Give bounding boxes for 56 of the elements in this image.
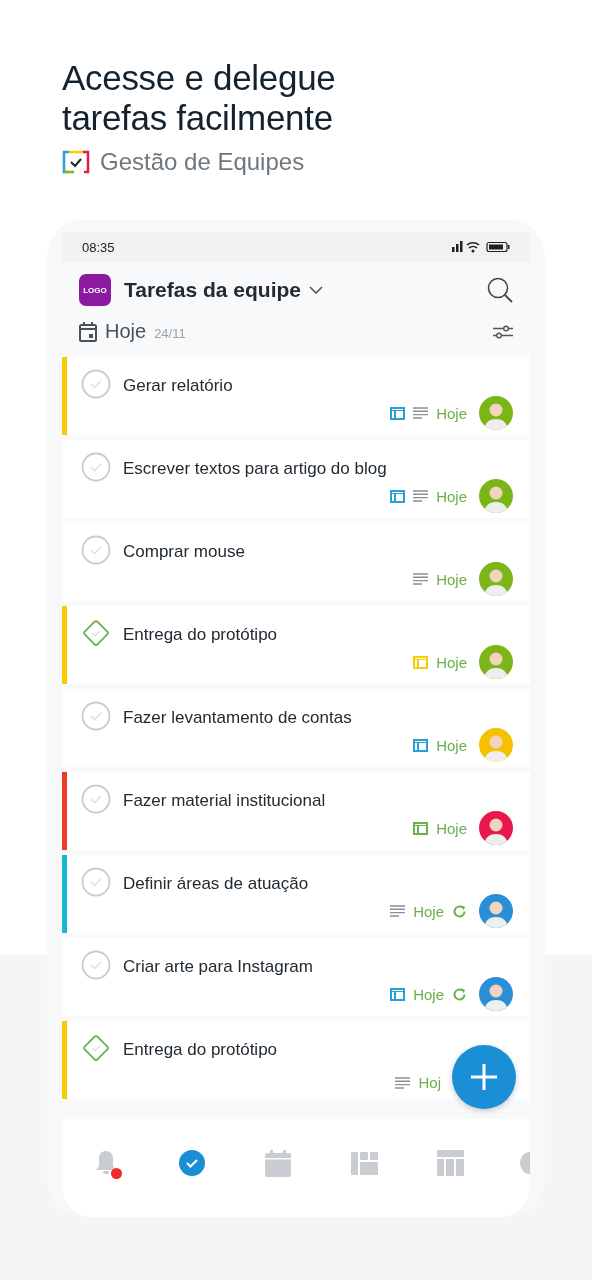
search-icon[interactable]: [487, 277, 513, 303]
checkbox-icon[interactable]: [81, 535, 111, 565]
task-title: Entrega do protótipo: [123, 624, 279, 645]
headline: Acesse e delegue tarefas facilmente: [62, 58, 337, 138]
chevron-down-icon: [309, 286, 323, 294]
task-card[interactable]: Fazer levantamento de contas Hoje: [62, 689, 530, 767]
status-time: 08:35: [82, 239, 115, 255]
task-card[interactable]: Entrega do protótipo Hoje: [62, 606, 530, 684]
task-title: Comprar mouse: [123, 541, 246, 562]
team-selector[interactable]: Tarefas da equipe: [124, 278, 323, 302]
checkbox-icon[interactable]: [81, 867, 111, 897]
task-title: Escrever textos para artigo do blog: [123, 458, 388, 479]
task-title: Definir áreas de atuação: [123, 873, 310, 894]
task-title: Criar arte para Instagram: [123, 956, 314, 977]
due-date: Hoje: [436, 819, 467, 837]
task-card[interactable]: Entrega do protótipo Hoj: [62, 1021, 530, 1099]
task-card[interactable]: Escrever textos para artigo do blog Hoje: [62, 440, 530, 518]
due-date: Hoje: [436, 653, 467, 671]
checkbox-icon[interactable]: [81, 369, 111, 399]
task-title: Gerar relatório: [123, 375, 234, 396]
task-card[interactable]: Comprar mouse Hoje: [62, 523, 530, 601]
due-date: Hoje: [436, 570, 467, 588]
milestone-icon[interactable]: [81, 1033, 111, 1063]
due-date: Hoje: [413, 985, 444, 1003]
date-label: Hoje: [105, 320, 147, 343]
checkbox-icon[interactable]: [81, 452, 111, 482]
status-icons-drawing: [452, 241, 510, 253]
task-title: Fazer levantamento de contas: [123, 707, 353, 728]
filter-icon[interactable]: [493, 324, 513, 339]
checklist-logo-icon: [62, 150, 90, 174]
due-date: Hoj: [418, 1074, 441, 1091]
checkbox-icon[interactable]: [81, 784, 111, 814]
check-circle-icon: [178, 1149, 206, 1177]
due-date: Hoje: [413, 902, 444, 920]
due-date: Hoje: [436, 736, 467, 754]
task-title: Entrega do protótipo: [123, 1039, 279, 1060]
task-card[interactable]: Definir áreas de atuação Hoje: [62, 855, 530, 933]
table-icon: [436, 1150, 464, 1176]
nav-icon: [520, 1152, 530, 1174]
milestone-icon[interactable]: [81, 618, 111, 648]
due-date: Hoje: [436, 487, 467, 505]
checkbox-icon[interactable]: [81, 950, 111, 980]
team-logo: LOGO: [79, 274, 111, 306]
date-text: 24/11: [154, 326, 186, 341]
subtitle: Gestão de Equipes: [100, 148, 305, 176]
checkbox-icon[interactable]: [81, 701, 111, 731]
task-title: Fazer material institucional: [123, 790, 327, 811]
task-card[interactable]: Gerar relatório Hoje: [62, 357, 530, 435]
task-card[interactable]: Fazer material institucional Hoje: [62, 772, 530, 850]
due-date: Hoje: [436, 404, 467, 422]
nav-tab[interactable]: [176, 1147, 208, 1179]
calendar-icon: [79, 321, 97, 342]
plus-icon: [471, 1064, 497, 1090]
task-card[interactable]: Criar arte para Instagram Hoje: [62, 938, 530, 1016]
calendar-icon: [265, 1149, 291, 1177]
board-icon: [350, 1151, 378, 1175]
